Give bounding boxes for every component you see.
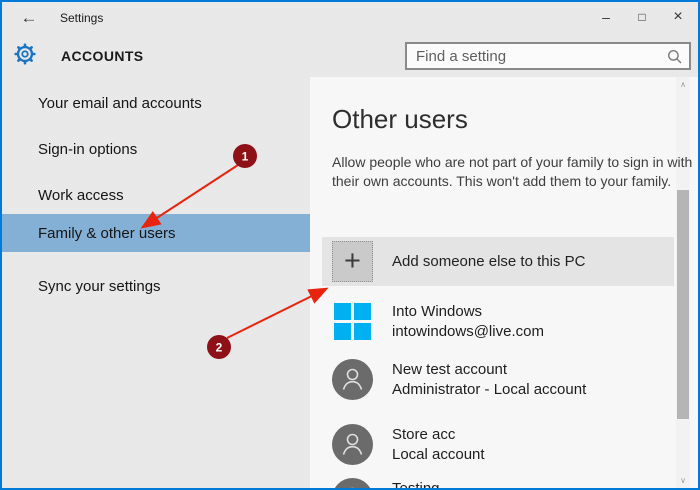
svg-text:2: 2	[216, 341, 223, 355]
sidebar-item-sign-in-options[interactable]: Sign-in options	[2, 130, 310, 168]
sidebar-item-your-email-and-accounts[interactable]: Your email and accounts	[2, 84, 310, 122]
section-description: Allow people who are not part of your fa…	[332, 154, 693, 189]
user-row-testing[interactable]: Testing	[322, 478, 674, 490]
add-user-button[interactable]: + Add someone else to this PC	[322, 237, 674, 286]
user-detail: Administrator - Local account	[392, 381, 587, 398]
add-user-label: Add someone else to this PC	[392, 253, 586, 270]
user-row-new-test-account[interactable]: New test account Administrator - Local a…	[322, 359, 674, 400]
sidebar-item-family-other-users[interactable]: Family & other users	[2, 214, 310, 252]
back-button[interactable]: ←	[14, 6, 44, 30]
windows-logo-icon	[332, 301, 373, 342]
annotation-badge-2: 2	[207, 335, 231, 359]
scrollbar-thumb[interactable]	[677, 190, 689, 419]
search-icon	[667, 49, 683, 70]
minimize-button[interactable]: –	[588, 4, 624, 30]
sidebar-item-label: Work access	[38, 186, 124, 204]
sidebar-item-label: Sign-in options	[38, 140, 138, 158]
sidebar-item-label: Your email and accounts	[38, 94, 202, 112]
settings-gear-icon	[14, 43, 36, 70]
maximize-button[interactable]: □	[624, 4, 660, 30]
plus-icon: +	[332, 241, 373, 282]
window-controls: – □ ×	[588, 4, 696, 30]
sidebar-item-work-access[interactable]: Work access	[2, 176, 310, 214]
section-heading: Other users	[332, 104, 468, 134]
scrollbar[interactable]: ∧ ∨	[676, 77, 690, 488]
page-title: ACCOUNTS	[61, 48, 144, 64]
person-avatar-icon	[332, 359, 373, 400]
sidebar-item-label: Sync your settings	[38, 277, 161, 295]
window-title: Settings	[60, 11, 104, 25]
user-detail: Local account	[392, 446, 485, 463]
sidebar-item-sync-your-settings[interactable]: Sync your settings	[2, 267, 310, 305]
user-name: Testing	[392, 480, 440, 490]
user-detail: intowindows@live.com	[392, 323, 544, 340]
user-row-store-acc[interactable]: Store acc Local account	[322, 424, 674, 465]
search-input[interactable]	[407, 44, 689, 68]
person-avatar-icon	[332, 424, 373, 465]
user-row-into-windows[interactable]: Into Windows intowindows@live.com	[322, 301, 674, 342]
user-name: Into Windows	[392, 303, 483, 320]
sidebar-item-label: Family & other users	[38, 224, 176, 242]
scrollbar-up-icon[interactable]: ∧	[676, 80, 690, 89]
user-name: Store acc	[392, 426, 456, 443]
search-box	[405, 42, 691, 70]
close-button[interactable]: ×	[660, 4, 696, 30]
person-avatar-icon	[332, 478, 373, 488]
user-name: New test account	[392, 361, 508, 378]
settings-window: ← Settings – □ × ACCOUNTS Find a setting…	[0, 0, 700, 490]
scrollbar-down-icon[interactable]: ∨	[676, 476, 690, 485]
